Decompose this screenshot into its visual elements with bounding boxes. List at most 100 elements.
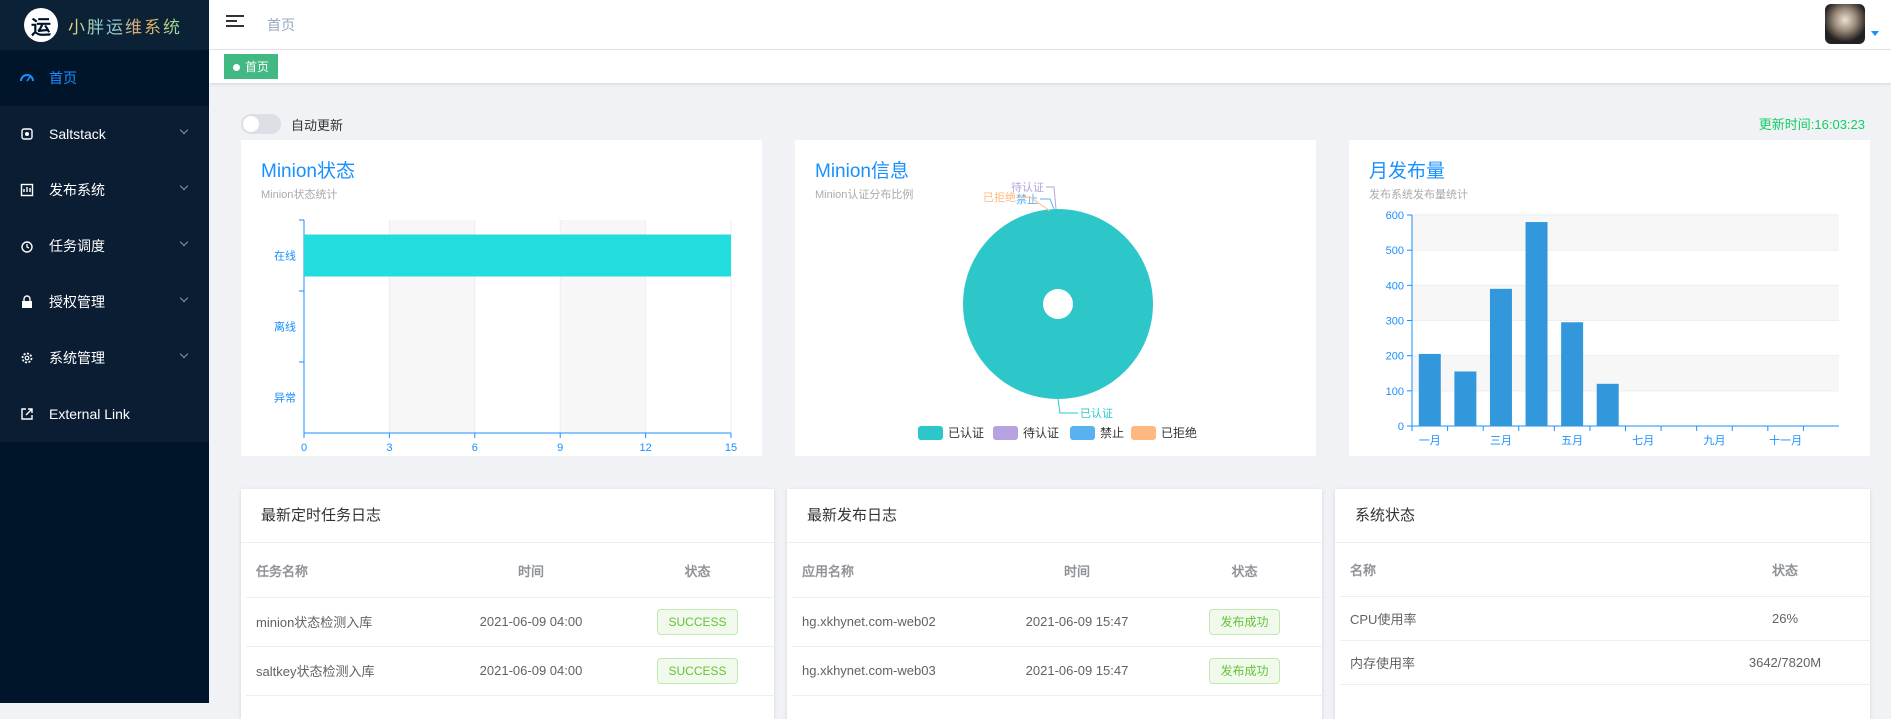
tag-home[interactable]: 首页 <box>224 54 279 79</box>
sidebar-item-label: 系统管理 <box>49 350 105 366</box>
release-time: 2021-06-09 15:47 <box>992 646 1162 696</box>
y-tick-label: 0 <box>1398 421 1404 433</box>
panel-title: 最新定时任务日志 <box>241 489 774 543</box>
slice-label: 禁止 <box>1016 193 1038 206</box>
legend-swatch <box>918 426 943 440</box>
release-icon <box>20 183 34 197</box>
sidebar-item-0[interactable]: 首页 <box>0 50 209 106</box>
column-header: 任务名称 <box>246 544 446 598</box>
app-logo[interactable]: 运 小胖运维系统 <box>0 0 209 50</box>
y-tick-label: 600 <box>1386 210 1404 222</box>
legend-label: 已认证 <box>948 426 984 440</box>
x-tick-label: 三月 <box>1490 435 1512 447</box>
x-tick-label: 15 <box>725 442 737 454</box>
app-name: hg.xkhynet.com-web02 <box>792 597 992 647</box>
auto-update-toggle[interactable] <box>241 114 281 134</box>
task-name: saltkey状态检测入库 <box>246 646 446 696</box>
minion-status-card: Minion状态 Minion状态统计 0 3 6 9 12 15 在线 离线 异常 <box>241 140 762 456</box>
metric-value: 3642/7820M <box>1695 640 1875 685</box>
bar <box>304 234 731 277</box>
task-time: 2021-06-09 04:00 <box>446 646 616 696</box>
chevron-down-icon <box>179 237 189 247</box>
table-row[interactable]: hg.xkhynet.com-web02 2021-06-09 15:47 发布… <box>792 597 1327 647</box>
metric-value: 26% <box>1695 596 1875 641</box>
sidebar-menu: 首页 Saltstack 发布系统任务调度授权管理系统管理 External Link <box>0 50 209 442</box>
slice-label: 已拒绝 <box>983 190 1016 204</box>
release-log-table: 应用名称 时间 状态 hg.xkhynet.com-web02 2021-06-… <box>792 544 1327 696</box>
sidebar-item-3[interactable]: 任务调度 <box>0 218 209 274</box>
monthly-release-card: 月发布量 发布系统发布量统计 0 100 200 300 400 500 600 一月 三月 五月… <box>1349 140 1870 456</box>
sidebar-item-2[interactable]: 发布系统 <box>0 162 209 218</box>
breadcrumb[interactable]: 首页 <box>267 15 295 35</box>
sidebar-item-label: 首页 <box>49 70 77 86</box>
sidebar: 运 小胖运维系统 首页 Saltstack 发布系统任务调度授权管理系统管理 Exte… <box>0 0 209 703</box>
system-status-table: 名称 状态 CPU使用率 26% 内存使用率 3642/7820M <box>1340 543 1875 685</box>
monthly-release-chart: 0 100 200 300 400 500 600 一月 三月 五月 七月 九月 十一月 <box>1386 210 1839 447</box>
table-row[interactable]: hg.xkhynet.com-web03 2021-06-09 15:47 发布… <box>792 646 1327 696</box>
legend-swatch <box>1131 426 1156 440</box>
x-tick-label: 七月 <box>1632 434 1654 447</box>
sidebar-item-label: External Link <box>49 406 130 422</box>
lock-icon <box>20 295 34 309</box>
legend-label: 已拒绝 <box>1161 425 1197 440</box>
task-time: 2021-06-09 04:00 <box>446 597 616 647</box>
pie-hole <box>1043 289 1073 319</box>
external-link-icon <box>20 407 34 421</box>
y-tick-label: 200 <box>1386 351 1404 363</box>
chevron-down-icon <box>179 125 189 135</box>
panel-title: 最新发布日志 <box>787 489 1322 543</box>
legend-swatch <box>993 426 1018 440</box>
metric-name: 内存使用率 <box>1340 640 1695 685</box>
sidebar-item-5[interactable]: 系统管理 <box>0 330 209 386</box>
x-tick-label: 12 <box>639 442 651 454</box>
auto-update-label: 自动更新 <box>291 117 344 133</box>
bar <box>1418 353 1441 426</box>
sidebar-item-label: 任务调度 <box>49 238 105 254</box>
gear-icon <box>20 351 34 365</box>
sidebar-item-6[interactable]: External Link <box>0 386 209 442</box>
table-row[interactable]: saltkey状态检测入库 2021-06-09 04:00 SUCCESS <box>246 646 779 696</box>
x-tick-label: 3 <box>386 442 392 454</box>
hamburger-icon[interactable] <box>226 15 244 31</box>
sidebar-item-label: 发布系统 <box>49 182 105 198</box>
auto-update-control: 自动更新 <box>241 114 343 134</box>
sidebar-item-4[interactable]: 授权管理 <box>0 274 209 330</box>
y-tick-label: 400 <box>1386 280 1404 292</box>
tags-view: 首页 <box>209 50 1891 83</box>
bar <box>1525 222 1548 426</box>
x-tick-label: 五月 <box>1561 435 1583 447</box>
x-tick-label: 十一月 <box>1769 433 1802 447</box>
column-header: 名称 <box>1340 543 1695 597</box>
table-row[interactable]: 内存使用率 3642/7820M <box>1340 640 1875 685</box>
release-time: 2021-06-09 15:47 <box>992 597 1162 647</box>
chevron-down-icon <box>179 349 189 359</box>
column-header: 状态 <box>1162 544 1327 598</box>
avatar[interactable] <box>1825 4 1865 44</box>
grid-band <box>1412 215 1839 251</box>
minion-info-card: Minion信息 Minion认证分布比例 已认证 待认证 禁止 已拒绝 已认证 待认证禁… <box>795 140 1316 456</box>
release-log-panel: 最新发布日志 应用名称 时间 状态 hg.xkhynet.com-web02 2… <box>787 489 1327 719</box>
bar <box>1454 371 1477 426</box>
y-tick-label: 离线 <box>274 320 296 334</box>
slice-label: 已认证 <box>1080 407 1113 420</box>
bar <box>1596 383 1619 426</box>
chevron-down-icon <box>179 181 189 191</box>
column-header: 状态 <box>1695 543 1875 597</box>
component-icon <box>20 127 34 141</box>
bar <box>1561 322 1584 426</box>
column-header: 状态 <box>616 544 779 598</box>
caret-down-icon[interactable] <box>1871 31 1879 36</box>
dashboard-icon <box>20 71 34 85</box>
status-badge: SUCCESS <box>657 657 738 684</box>
logo-icon: 运 <box>24 8 58 42</box>
chevron-down-icon <box>179 293 189 303</box>
table-row[interactable]: minion状态检测入库 2021-06-09 04:00 SUCCESS <box>246 597 779 647</box>
alarm-clock-icon <box>20 239 34 253</box>
x-tick-label: 6 <box>472 442 478 454</box>
sidebar-item-1[interactable]: Saltstack <box>0 106 209 162</box>
y-tick-label: 300 <box>1386 316 1404 328</box>
x-tick-label: 一月 <box>1419 435 1441 447</box>
table-row[interactable]: CPU使用率 26% <box>1340 596 1875 641</box>
column-header: 时间 <box>446 544 616 598</box>
label-line <box>1040 198 1055 210</box>
